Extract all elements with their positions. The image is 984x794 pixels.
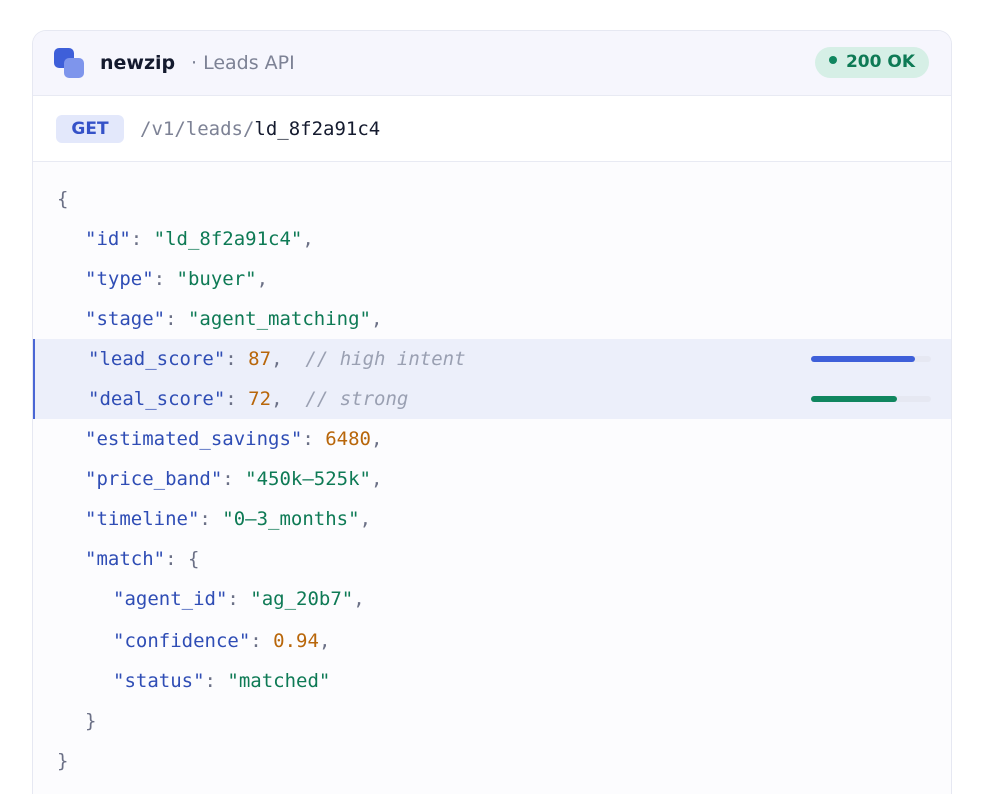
deal-score-comment: // strong	[305, 388, 409, 410]
api-response-card: newzip · Leads API 200 OK GET /v1/leads/…	[32, 30, 952, 794]
code-line-price-band: "price_band": "450k–525k",	[85, 468, 383, 490]
code-line-open: {	[57, 188, 69, 210]
stacked-squares-logo-icon	[54, 48, 86, 80]
code-line-status: "status": "matched"	[113, 670, 331, 692]
request-line: GET /v1/leads/ld_8f2a91c4	[33, 96, 951, 162]
code-line-match: "match": {	[85, 548, 200, 570]
code-line-id: "id": "ld_8f2a91c4",	[85, 228, 314, 250]
api-subtitle: · Leads API	[191, 52, 295, 74]
deal-score-meter	[811, 396, 931, 402]
code-line-type: "type": "buyer",	[85, 268, 269, 290]
request-path[interactable]: /v1/leads/ld_8f2a91c4	[140, 116, 380, 142]
brand-name: newzip	[100, 52, 176, 74]
path-lead-id: ld_8f2a91c4	[254, 118, 381, 140]
deal-score-meter-fill	[811, 396, 898, 402]
status-label: 200 OK	[845, 52, 915, 72]
lead-score-meter-fill	[811, 356, 916, 362]
code-line-deal-score: "deal_score": 72, // strong	[33, 379, 951, 419]
lead-score-meter	[811, 356, 931, 362]
lead-score-comment: // high intent	[305, 348, 466, 370]
path-base: /v1/leads/	[140, 118, 255, 140]
card-header: newzip · Leads API 200 OK	[33, 31, 951, 96]
code-line-agent-id: "agent_id": "ag_20b7",	[113, 588, 365, 610]
code-line-timeline: "timeline": "0–3_months",	[85, 508, 372, 530]
http-method-badge: GET	[56, 115, 124, 143]
status-dot-icon	[828, 56, 837, 64]
code-line-confidence: "confidence": 0.94,	[113, 630, 331, 652]
code-line-estimated-savings: "estimated_savings": 6480,	[85, 428, 383, 450]
code-line-close: }	[57, 750, 69, 772]
code-line-match-close: }	[85, 710, 97, 732]
code-line-lead-score: "lead_score": 87, // high intent	[33, 339, 951, 379]
code-line-stage: "stage": "agent_matching",	[85, 308, 383, 330]
status-badge: 200 OK	[814, 47, 929, 78]
